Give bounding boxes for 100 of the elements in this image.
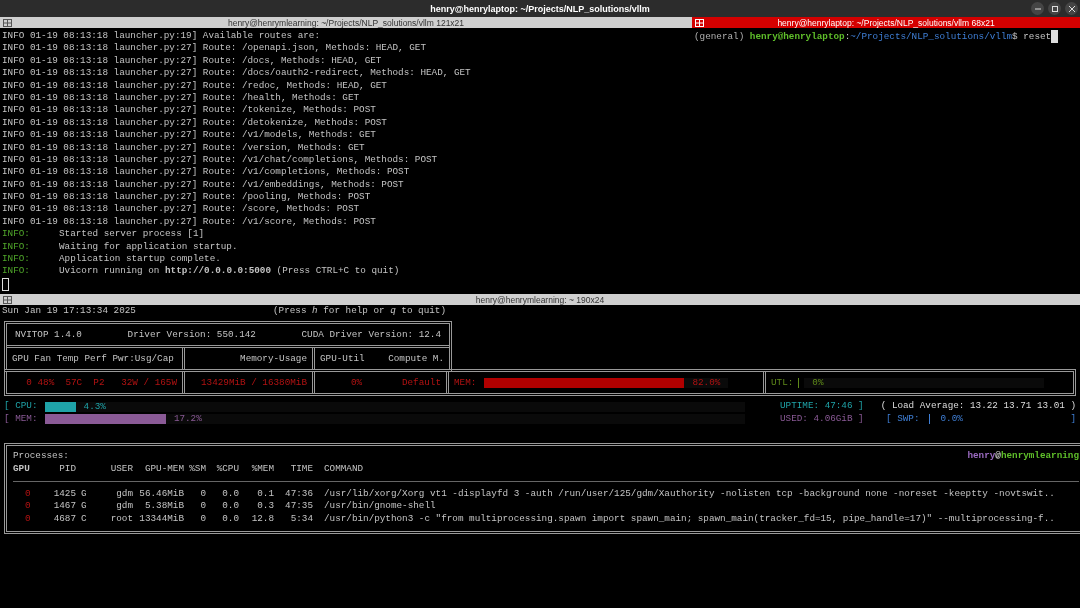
log-line: INFO 01-19 08:13:18 launcher.py:27] Route: /v1/score, Methods: POST: [2, 215, 377, 229]
prompt-symbol: $: [1012, 30, 1018, 42]
column-header: Memory-Usage: [240, 352, 307, 366]
shell-command: reset: [1023, 30, 1052, 42]
meter-reading: 0.0%: [940, 412, 963, 426]
table-cell-text: /usr/lib/xorg/Xorg vt1 -displayfd 3 -auth /run/user/125/gdm/Xauthority -nolisten tcp -background none -noreset -keeptty -novtswit..: [323, 488, 1056, 501]
cuda-version: CUDA Driver Version: 12.4: [301, 328, 441, 342]
cursor-icon: [2, 277, 9, 291]
version-text: NVITOP 1.4.0: [15, 328, 82, 342]
table-cell-text: 0: [199, 500, 206, 513]
meter-label: [ CPU:: [4, 400, 38, 413]
column-header: TIME: [289, 462, 313, 475]
terminal-icon: [3, 18, 12, 27]
host-name: henrymlearning: [1000, 450, 1079, 462]
gpu-status: 0 48% 57C P2 32W / 165W: [26, 376, 177, 390]
table-cell-text: /usr/bin/gnome-shell: [323, 500, 437, 513]
table-cell: 1467: [53, 500, 76, 513]
column-header: GPU-Util: [320, 352, 365, 366]
table-cell-text: 0: [199, 512, 206, 526]
driver-version: Driver Version: 550.142: [127, 328, 256, 342]
column-header: GPU Fan Temp Perf Pwr:Usg/Cap: [12, 352, 174, 366]
column-header: USER: [109, 462, 133, 475]
column-header: GPU: [13, 462, 31, 475]
clock-text: Sun Jan 19 17:13:34 2025: [2, 305, 136, 318]
uptime-text: UPTIME: 47:46 ]: [780, 400, 865, 413]
meter-label: UTL:: [771, 376, 794, 390]
minimize-button[interactable]: [1031, 2, 1044, 15]
log-line: INFO 01-19 08:13:18 launcher.py:27] Route: /v1/embeddings, Methods: POST: [2, 178, 405, 192]
log-line: INFO 01-19 08:13:18 launcher.py:27] Route: /docs, Methods: HEAD, GET: [2, 54, 383, 68]
table-cell: 1425: [53, 488, 76, 501]
prompt-user: henry@henrylaptop: [749, 30, 845, 42]
table-cell-text: gdm: [115, 488, 133, 501]
window-title: henry@henrylaptop: ~/Projects/NLP_solutions/vllm: [429, 3, 651, 14]
log-line: INFO 01-19 08:13:18 launcher.py:27] Route: /redoc, Methods: HEAD, GET: [2, 79, 388, 92]
table-cell-text: 13344MiB: [138, 512, 184, 526]
table-cell-text: 56.46MiB: [138, 488, 184, 501]
table-cell-text: G: [80, 488, 88, 501]
table-cell-text: 0.3: [256, 500, 274, 513]
terminal-icon: [3, 295, 12, 304]
meter-label: MEM:: [454, 376, 477, 390]
pane-title-bar[interactable]: henry@henrymlearning: ~/Projects/NLP_solutions/vllm 121x21: [0, 17, 692, 28]
log-line: INFO 01-19 08:13:18 launcher.py:27] Route: /score, Methods: POST: [2, 203, 361, 216]
log-message: Started server process [1]: [59, 228, 205, 240]
log-message: Application startup complete.: [59, 253, 221, 265]
column-header: %MEM: [250, 462, 274, 475]
table-cell-text: 5.38MiB: [143, 500, 184, 513]
table-cell-text: 12.8: [250, 512, 274, 526]
log-line: INFO 01-19 08:13:18 launcher.py:27] Route: /v1/models, Methods: GET: [2, 129, 377, 142]
pane-title-bar[interactable]: henry@henrylaptop: ~/Projects/NLP_solutions/vllm 68x21: [692, 17, 1080, 28]
meter-reading: 4.3%: [83, 400, 106, 413]
column-header: GPU-MEM: [143, 462, 184, 475]
help-hint: (Press h for help or q to quit): [273, 305, 446, 318]
log-message: Uvicorn running on http://0.0.0.0:5000 (Press CTRL+C to quit): [59, 265, 400, 277]
table-cell-text: 0: [24, 512, 32, 526]
pane-title-bar[interactable]: henry@henrymlearning: ~ 190x24: [0, 294, 1080, 305]
table-cell-text: 0.0: [221, 500, 239, 513]
table-cell-text: 0: [199, 488, 206, 501]
column-header: COMMAND: [323, 462, 365, 475]
meter-reading: 0%: [812, 376, 824, 389]
log-line: INFO 01-19 08:13:18 launcher.py:27] Route: /pooling, Methods: POST: [2, 191, 372, 204]
table-cell-text: 47:35: [284, 500, 313, 513]
restore-icon: [1051, 5, 1058, 12]
log-line: INFO 01-19 08:13:18 launcher.py:27] Route: /v1/completions, Methods: POST: [2, 166, 411, 179]
meter-label: [ SWP:: [886, 412, 920, 426]
log-line: INFO 01-19 08:13:18 launcher.py:27] Route: /version, Methods: GET: [2, 141, 366, 154]
bracket-text: ]: [1070, 412, 1076, 426]
memory-usage: 13429MiB / 16380MiB: [201, 376, 307, 390]
log-level: INFO:: [2, 240, 31, 254]
table-cell-text: G: [80, 500, 88, 513]
meter-reading: 82.0%: [692, 376, 721, 389]
log-level: INFO:: [2, 253, 31, 266]
env-name: (general): [694, 30, 745, 42]
log-line: INFO 01-19 08:13:18 launcher.py:19] Available routes are:: [2, 30, 321, 43]
log-line: INFO 01-19 08:13:18 launcher.py:27] Route: /health, Methods: GET: [2, 91, 361, 105]
table-cell-text: 0: [24, 500, 32, 513]
maximize-button[interactable]: [1048, 2, 1061, 15]
table-cell-text: C: [80, 512, 88, 526]
log-line: INFO 01-19 08:13:18 launcher.py:27] Route: /docs/oauth2-redirect, Methods: HEAD, GET: [2, 67, 472, 80]
table-cell-text: 5:34: [289, 512, 313, 526]
table-cell: 4687: [53, 512, 76, 526]
log-level: INFO:: [2, 228, 31, 241]
log-message: Waiting for application startup.: [59, 240, 238, 252]
load-average: ( Load Average: 13.22 13.71 13.01 ): [880, 400, 1076, 413]
close-button[interactable]: [1065, 2, 1078, 15]
table-cell-text: 0: [24, 488, 32, 501]
log-level: INFO:: [2, 265, 31, 278]
log-line: INFO 01-19 08:13:18 launcher.py:27] Route: /detokenize, Methods: POST: [2, 116, 388, 130]
meter-reading: 17.2%: [173, 413, 202, 425]
used-memory: USED: 4.06GiB ]: [780, 412, 865, 426]
table-cell-text: gdm: [115, 500, 133, 513]
compute-mode: Default: [401, 376, 441, 390]
table-cell-text: 0.0: [221, 512, 239, 526]
log-line: INFO 01-19 08:13:18 launcher.py:27] Route: /openapi.json, Methods: HEAD, GET: [2, 42, 427, 55]
column-header: %CPU: [215, 462, 239, 475]
cursor-icon: [1051, 30, 1059, 43]
terminal-icon: [695, 18, 704, 27]
at-sign: @: [995, 450, 1001, 462]
prompt-path: ~/Projects/NLP_solutions/vllm: [850, 30, 1013, 42]
column-header: PID: [58, 462, 76, 475]
log-line: INFO 01-19 08:13:18 launcher.py:27] Route: /tokenize, Methods: POST: [2, 104, 377, 117]
